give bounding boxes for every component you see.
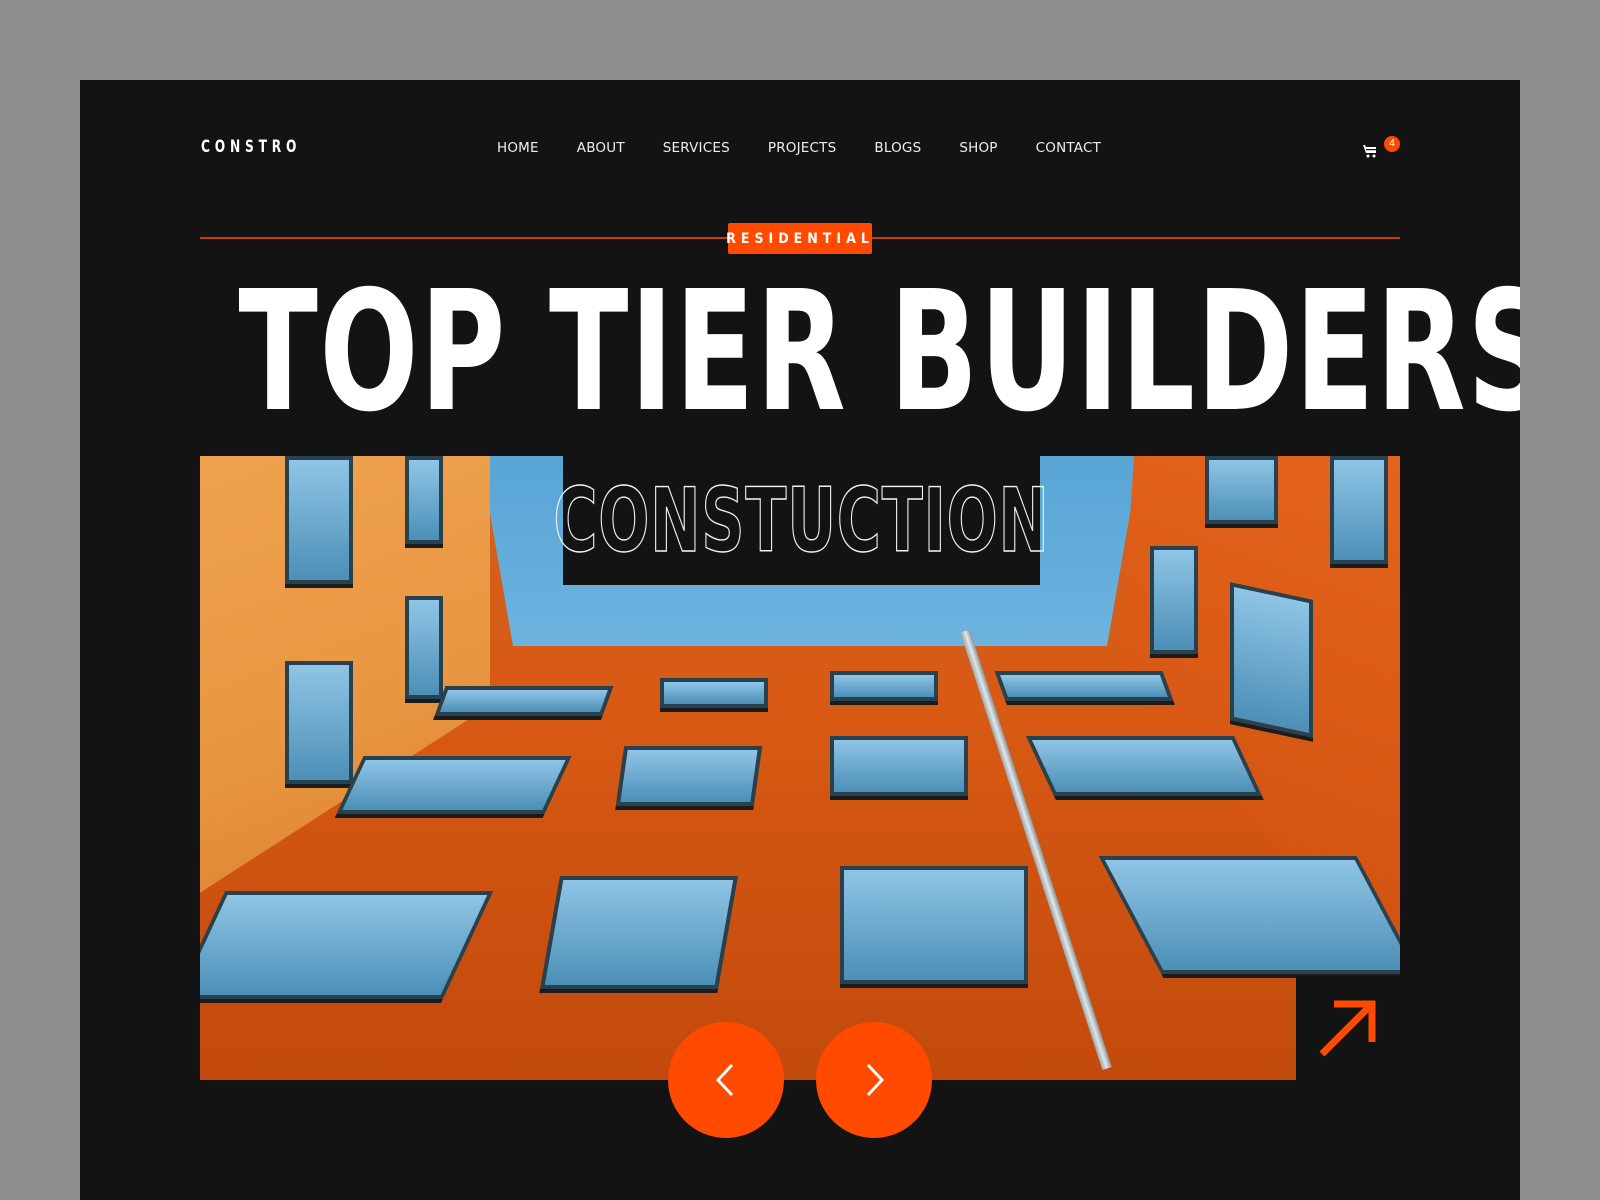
window xyxy=(540,876,738,989)
window xyxy=(1330,456,1388,564)
open-project-button[interactable] xyxy=(1296,976,1400,1080)
nav-home[interactable]: HOME xyxy=(497,140,539,156)
window xyxy=(405,596,443,699)
overlay-label: CONSTUCTION xyxy=(553,456,1049,585)
cart-button[interactable] xyxy=(1362,143,1378,159)
chevron-right-icon xyxy=(866,1063,885,1097)
window xyxy=(434,686,614,716)
arrow-up-right-icon xyxy=(1319,1000,1376,1057)
category-tag: RESIDENTIAL xyxy=(726,223,872,254)
next-slide-button[interactable] xyxy=(816,1022,932,1138)
window xyxy=(840,866,1028,984)
chevron-left-icon xyxy=(715,1063,734,1097)
window xyxy=(1098,856,1400,974)
window xyxy=(285,661,353,784)
window xyxy=(830,736,968,796)
page-frame: CONSTRO HOME ABOUT SERVICES PROJECTS BLO… xyxy=(80,80,1520,1200)
nav-contact[interactable]: CONTACT xyxy=(1036,140,1101,156)
window xyxy=(1150,546,1198,654)
window xyxy=(285,456,353,584)
nav-services[interactable]: SERVICES xyxy=(663,140,730,156)
cart-icon xyxy=(1363,145,1376,158)
cart-count-badge: 4 xyxy=(1384,136,1400,152)
prev-slide-button[interactable] xyxy=(668,1022,784,1138)
window xyxy=(336,756,572,814)
nav-projects[interactable]: PROJECTS xyxy=(768,140,837,156)
window xyxy=(615,746,763,806)
nav-about[interactable]: ABOUT xyxy=(577,140,625,156)
nav-shop[interactable]: SHOP xyxy=(959,140,997,156)
logo[interactable]: CONSTRO xyxy=(201,137,301,157)
window xyxy=(200,891,494,999)
main-nav: HOME ABOUT SERVICES PROJECTS BLOGS SHOP … xyxy=(497,140,1139,156)
window xyxy=(660,678,768,708)
window xyxy=(1230,582,1313,738)
nav-blogs[interactable]: BLOGS xyxy=(874,140,921,156)
outline-title: CONSTUCTION xyxy=(553,468,1050,572)
window xyxy=(1205,456,1278,524)
window xyxy=(994,671,1174,701)
window xyxy=(405,456,443,544)
window xyxy=(1026,736,1262,796)
window xyxy=(830,671,938,701)
hero-headline: TOP TIER BUILDERS xyxy=(238,256,1520,449)
